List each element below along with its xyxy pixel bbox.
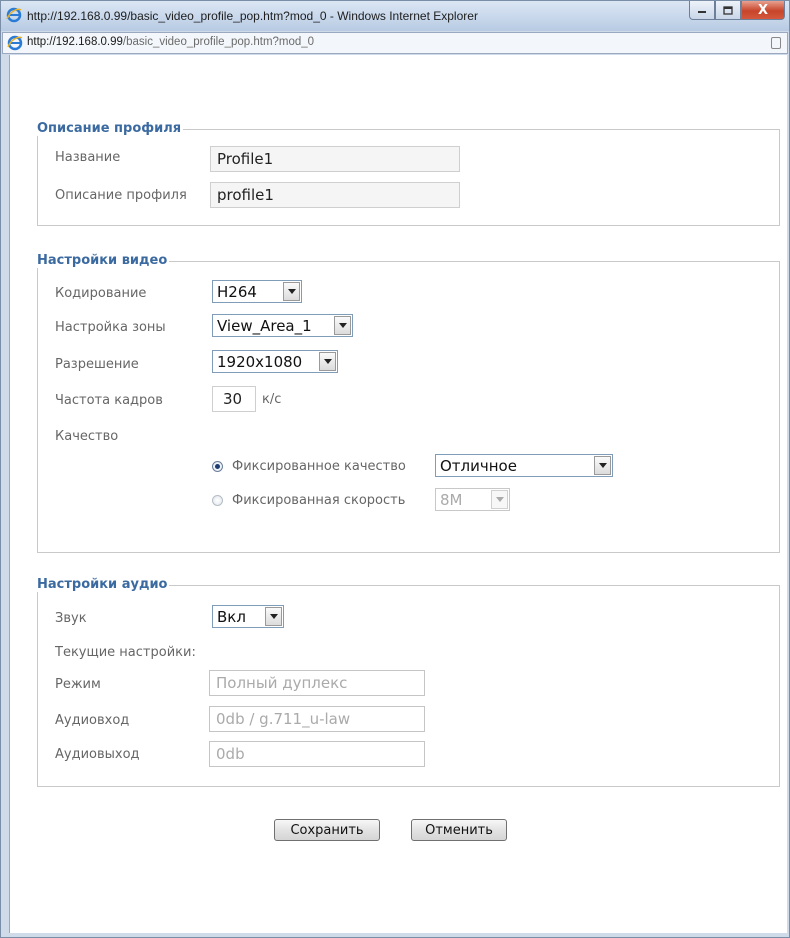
close-icon: X <box>757 2 769 18</box>
fixed-bitrate-radio[interactable] <box>212 495 223 506</box>
zone-value: View_Area_1 <box>217 317 312 335</box>
profile-description-group: Описание профиля <box>35 121 780 226</box>
audio-output-label: Аудиовыход <box>55 747 140 762</box>
cancel-button[interactable]: Отменить <box>411 819 507 841</box>
fixed-bitrate-value: 8M <box>440 491 463 509</box>
sound-label: Звук <box>55 611 87 626</box>
chevron-down-icon <box>319 352 336 371</box>
current-settings-label: Текущие настройки: <box>55 645 196 660</box>
audio-group-legend: Настройки аудио <box>35 577 170 592</box>
fixed-quality-value: Отличное <box>440 457 517 475</box>
title-bar: http://192.168.0.99/basic_video_profile_… <box>1 1 789 31</box>
internet-explorer-icon <box>6 7 22 23</box>
minimize-button[interactable] <box>689 1 715 20</box>
quality-label: Качество <box>55 429 119 444</box>
audio-input-field: 0db / g.711_u-law <box>209 706 425 732</box>
profile-description-label: Описание профиля <box>55 188 187 203</box>
browser-window: http://192.168.0.99/basic_video_profile_… <box>0 0 790 938</box>
fixed-bitrate-select[interactable]: 8M <box>435 488 510 511</box>
address-bar[interactable]: http://192.168.0.99/basic_video_profile_… <box>2 32 788 54</box>
resolution-label: Разрешение <box>55 357 139 372</box>
chevron-down-icon <box>265 607 282 626</box>
audio-output-field: 0db <box>209 741 425 767</box>
encoding-value: H264 <box>217 283 257 301</box>
chevron-down-icon <box>594 456 611 475</box>
frame-rate-label: Частота кадров <box>55 393 163 408</box>
profile-name-field[interactable]: Profile1 <box>210 146 460 172</box>
audio-input-label: Аудиовход <box>55 713 130 728</box>
chevron-down-icon <box>491 490 508 509</box>
internet-explorer-icon <box>7 35 23 51</box>
profile-group-legend: Описание профиля <box>35 121 184 136</box>
chevron-down-icon <box>283 282 300 301</box>
encoding-label: Кодирование <box>55 286 147 301</box>
minimize-icon <box>698 11 706 13</box>
page-content: Описание профиля Название Profile1 Описа… <box>9 55 787 933</box>
address-url: http://192.168.0.99/basic_video_profile_… <box>27 36 314 48</box>
window-controls: X <box>689 1 785 21</box>
fixed-quality-select[interactable]: Отличное <box>435 454 613 477</box>
frame-rate-unit: к/с <box>262 392 282 407</box>
fixed-quality-radio[interactable] <box>212 461 223 472</box>
sound-select[interactable]: Вкл <box>212 605 284 628</box>
page-status-icon <box>771 37 781 49</box>
close-button[interactable]: X <box>741 1 785 20</box>
address-host: http://192.168.0.99 <box>27 36 123 48</box>
window-title: http://192.168.0.99/basic_video_profile_… <box>27 9 478 23</box>
fixed-bitrate-label: Фиксированная скорость <box>232 493 406 508</box>
maximize-button[interactable] <box>715 1 741 20</box>
resolution-value: 1920x1080 <box>217 353 303 371</box>
chevron-down-icon <box>334 316 351 335</box>
frame-rate-input[interactable]: 30 <box>212 386 256 412</box>
address-path: /basic_video_profile_pop.htm?mod_0 <box>122 36 315 48</box>
audio-mode-label: Режим <box>55 677 101 692</box>
audio-mode-field: Полный дуплекс <box>209 670 425 696</box>
fixed-quality-label: Фиксированное качество <box>232 459 406 474</box>
sound-value: Вкл <box>217 608 246 626</box>
video-group-legend: Настройки видео <box>35 253 170 268</box>
resolution-select[interactable]: 1920x1080 <box>212 350 338 373</box>
profile-name-label: Название <box>55 150 121 165</box>
zone-label: Настройка зоны <box>55 320 166 335</box>
save-button[interactable]: Сохранить <box>274 819 380 841</box>
maximize-icon <box>723 5 733 15</box>
zone-select[interactable]: View_Area_1 <box>212 314 353 337</box>
encoding-select[interactable]: H264 <box>212 280 302 303</box>
profile-description-field[interactable]: profile1 <box>210 182 460 208</box>
